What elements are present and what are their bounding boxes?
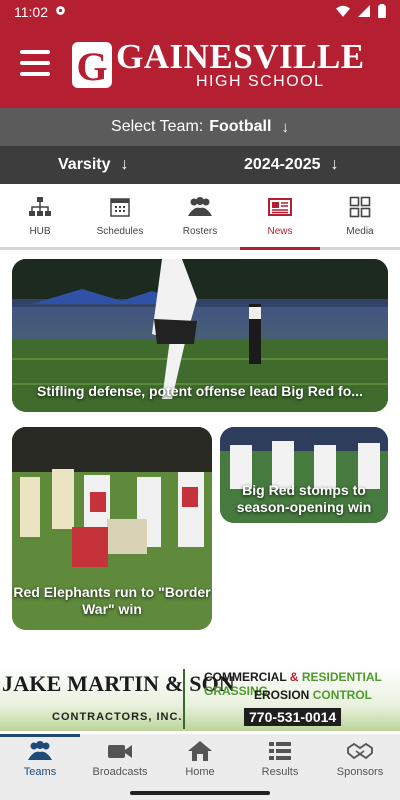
arrow-down-icon: ↓ [120,156,129,173]
signal-icon [358,4,370,20]
nav-label: Sponsors [336,766,384,778]
wifi-icon [336,4,350,20]
status-bar: 11:02 [0,0,400,24]
sponsor-divider [183,669,185,729]
school-logo: G [72,42,112,89]
level-selector[interactable]: Varsity ↓ [58,156,128,174]
season-selector[interactable]: 2024-2025 ↓ [244,156,339,174]
nav-label: Results [261,766,299,778]
news-card[interactable]: Red Elephants run to "Border War" win [12,427,212,630]
status-time: 11:02 [14,4,48,20]
arrow-down-icon: ↓ [281,118,289,136]
nav-results[interactable]: Results [240,734,320,786]
home-icon [188,741,212,761]
nav-home[interactable]: Home [160,734,240,786]
team-selector-value: Football [209,118,272,135]
tab-media[interactable]: Media [320,184,400,247]
nav-sponsors[interactable]: Sponsors [320,734,400,786]
tab-label: News [267,226,293,237]
teams-icon [28,741,52,760]
news-card[interactable]: Stifling defense, potent offense lead Bi… [12,259,388,412]
nav-teams[interactable]: Teams [0,734,80,786]
battery-icon [378,3,386,21]
grid-icon [349,196,371,218]
tab-schedules[interactable]: Schedules [80,184,160,247]
tab-hub[interactable]: HUB [0,184,80,247]
arrow-down-icon: ↓ [330,156,339,173]
news-card[interactable]: Big Red stomps to season-opening win [220,427,388,523]
video-camera-icon [108,745,132,758]
nav-label: Broadcasts [92,766,148,778]
team-selector-label: Select Team: [111,118,204,135]
sponsor-erosion-line: EROSION CONTROL [254,688,373,702]
level-value: Varsity [58,156,111,173]
news-card-title: Stifling defense, potent offense lead Bi… [37,383,363,399]
school-subtitle: HIGH SCHOOL [196,73,325,90]
level-season-bar: Varsity ↓ 2024-2025 ↓ [0,146,400,184]
tab-news[interactable]: News [240,184,320,250]
tab-label: Rosters [182,226,218,237]
hub-icon [29,197,51,216]
sponsor-banner[interactable]: JAKE MARTIN & SON CONTRACTORS, INC. COMM… [0,667,400,731]
season-value: 2024-2025 [244,156,321,173]
nav-label: Home [185,766,215,778]
logo-letter: G [76,44,107,88]
settings-gear-icon [54,4,67,20]
results-list-icon [269,742,291,760]
menu-icon[interactable] [20,50,50,76]
app-header: G GAINESVILLE HIGH SCHOOL [0,24,400,108]
news-card-title: Big Red stomps to season-opening win [236,482,372,515]
tab-label: Schedules [96,226,144,237]
bottom-nav: Teams Broadcasts Home Results Sponsors [0,734,400,786]
sponsor-subtitle: CONTRACTORS, INC. [52,711,183,723]
nav-label: Teams [23,766,57,778]
tab-rosters[interactable]: Rosters [160,184,240,247]
tab-label: HUB [29,226,51,237]
team-selector[interactable]: Select Team: Football ↓ [0,108,400,146]
people-icon [188,197,212,216]
newspaper-icon [268,198,292,216]
sponsor-phone: 770-531-0014 [244,708,342,726]
calendar-icon [110,198,130,217]
section-tabs: HUB Schedules Rosters News Media [0,184,400,250]
gesture-bar [0,786,400,800]
app-screen: 11:02 G GAINESVILLE HIGH SCHOOL Select T… [0,0,400,800]
tab-label: Media [346,226,374,237]
school-name: GAINESVILLE [116,37,365,76]
news-card-title: Red Elephants run to "Border War" win [13,584,211,617]
nav-broadcasts[interactable]: Broadcasts [80,734,160,786]
handshake-icon [347,742,373,760]
sponsor-name: JAKE MARTIN & SON [2,671,236,696]
